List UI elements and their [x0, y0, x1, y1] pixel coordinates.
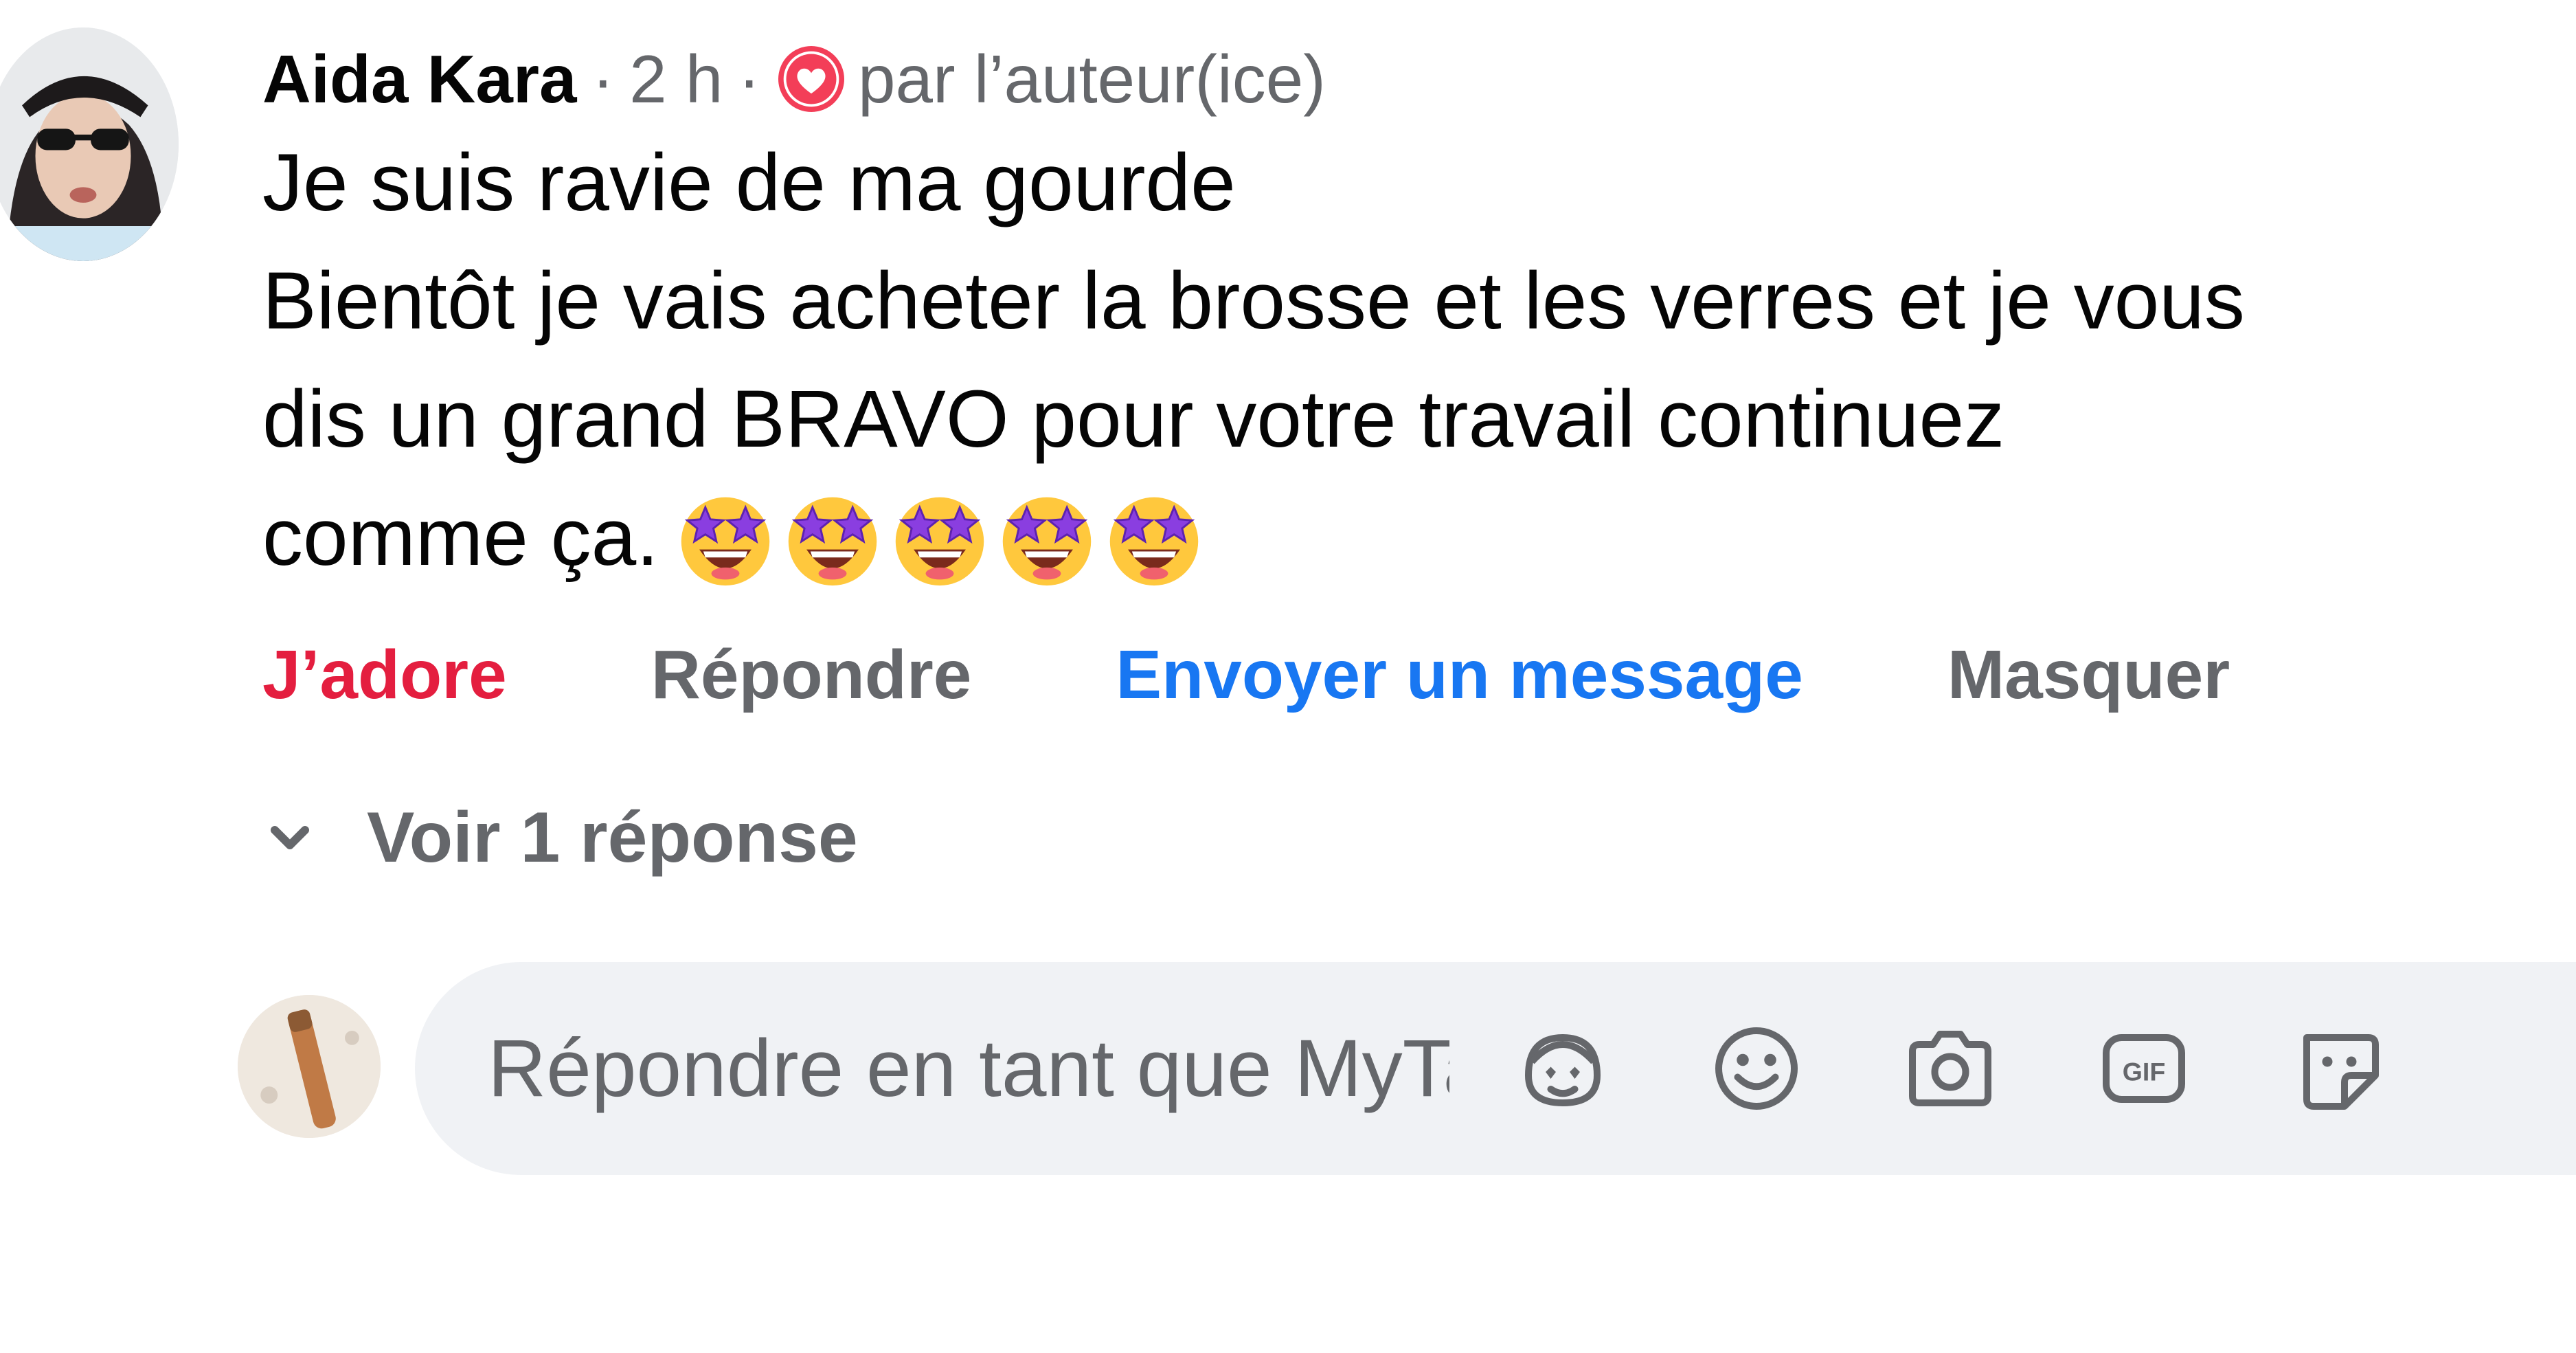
comment-line-last: comme ça. — [262, 478, 2529, 596]
send-message-button[interactable]: Envoyer un message — [1116, 636, 1803, 715]
author-avatar[interactable] — [0, 27, 179, 261]
separator: · — [591, 41, 615, 117]
comment-actions: J’adore Répondre Envoyer un message Masq… — [262, 636, 2230, 715]
avatar-sticker-icon[interactable] — [1511, 1017, 1614, 1120]
comment-text: Je suis ravie de ma gourde Bientôt je va… — [262, 124, 2529, 596]
emoji-row — [675, 489, 1204, 590]
composer-toolbar: GIF — [1511, 1017, 2389, 1120]
star-struck-emoji — [1109, 497, 1199, 585]
sticker-icon[interactable] — [2286, 1017, 2389, 1120]
comment-meta: Aida Kara · 2 h · par l’auteur(ice) — [262, 27, 2529, 131]
reply-input[interactable] — [488, 1022, 1449, 1115]
comment-line: Je suis ravie de ma gourde — [262, 137, 1236, 228]
hide-button[interactable]: Masquer — [1947, 636, 2230, 715]
star-struck-emoji — [681, 497, 770, 585]
reply-composer: GIF — [415, 962, 2576, 1175]
view-replies-label: Voir 1 réponse — [367, 798, 858, 877]
gif-icon[interactable]: GIF — [2092, 1017, 2195, 1120]
author-name[interactable]: Aida Kara — [262, 41, 577, 118]
camera-icon[interactable] — [1899, 1017, 2002, 1120]
comment-line: comme ça. — [262, 492, 659, 583]
author-tag: par l’auteur(ice) — [858, 41, 1326, 117]
love-reaction-button[interactable]: J’adore — [262, 636, 507, 715]
author-loved-heart-icon — [778, 46, 845, 112]
comment-line: dis un grand BRAVO pour votre travail co… — [262, 374, 2005, 465]
star-struck-emoji — [895, 497, 984, 585]
view-replies-button[interactable]: Voir 1 réponse — [262, 797, 858, 879]
comment: Aida Kara · 2 h · par l’auteur(ice) Je s… — [262, 27, 2529, 596]
chevron-down-icon — [271, 825, 309, 849]
comment-time[interactable]: 2 h — [629, 41, 723, 118]
emoji-icon[interactable] — [1705, 1017, 1808, 1120]
separator: · — [738, 41, 761, 117]
page-avatar[interactable] — [238, 995, 381, 1138]
svg-text:GIF: GIF — [2123, 1058, 2166, 1086]
comment-line: Bientôt je vais acheter la brosse et les… — [262, 256, 2245, 346]
star-struck-emoji — [1002, 497, 1092, 585]
reply-button[interactable]: Répondre — [651, 636, 972, 715]
star-struck-emoji — [788, 497, 877, 585]
